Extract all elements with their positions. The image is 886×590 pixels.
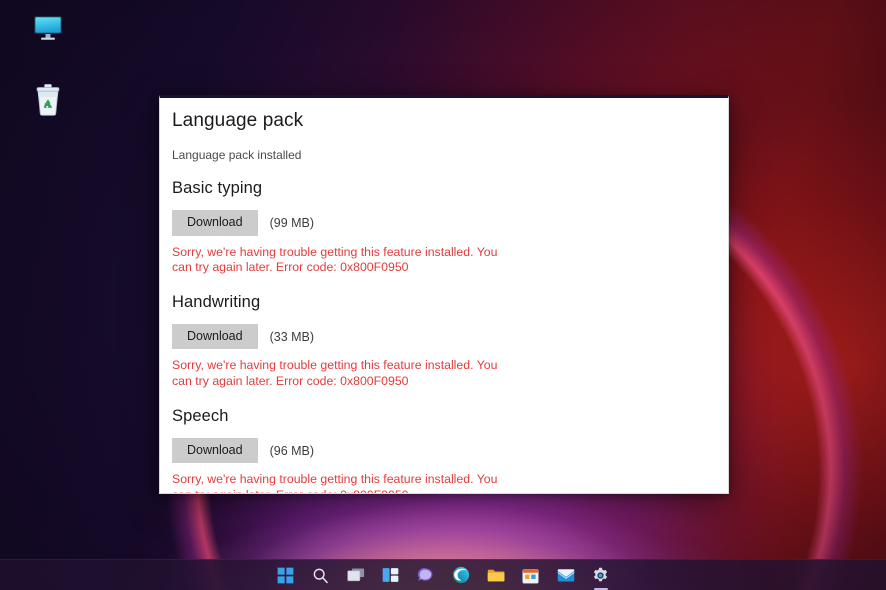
taskbar-edge-button[interactable]: [447, 562, 475, 588]
feature-section-speech: Speech Download (96 MB) Sorry, we're hav…: [172, 407, 704, 493]
desktop-icon-list: [10, 12, 86, 152]
desktop-icon-this-pc[interactable]: [10, 12, 86, 74]
feature-size-label: (96 MB): [270, 444, 314, 458]
taskbar-search-button[interactable]: [307, 562, 335, 588]
taskbar-microsoft-store-button[interactable]: [517, 562, 545, 588]
feature-action-row: Download (96 MB): [172, 438, 704, 464]
feature-size-label: (99 MB): [270, 216, 314, 230]
taskbar: [0, 559, 886, 590]
taskbar-task-view-button[interactable]: [342, 562, 370, 588]
feature-action-row: Download (99 MB): [172, 210, 704, 236]
page-title: Language pack: [172, 110, 704, 132]
windows-logo-icon: [277, 567, 294, 584]
taskbar-mail-button[interactable]: [552, 562, 580, 588]
feature-title: Handwriting: [172, 293, 704, 312]
search-icon: [312, 567, 329, 584]
settings-content: Language pack Language pack installed Ba…: [160, 98, 728, 493]
download-button-speech[interactable]: Download: [172, 438, 258, 464]
monitor-icon: [31, 12, 65, 44]
download-button-basic-typing[interactable]: Download: [172, 210, 258, 236]
recycle-bin-icon: [33, 82, 63, 116]
taskbar-widgets-button[interactable]: [377, 562, 405, 588]
feature-title: Basic typing: [172, 179, 704, 198]
taskbar-settings-button[interactable]: [587, 562, 615, 588]
mail-icon: [557, 568, 575, 583]
task-view-icon: [347, 567, 365, 583]
settings-window: Language pack Language pack installed Ba…: [159, 95, 729, 494]
feature-size-label: (33 MB): [270, 330, 314, 344]
store-icon: [522, 567, 539, 584]
feature-section-handwriting: Handwriting Download (33 MB) Sorry, we'r…: [172, 293, 704, 390]
taskbar-file-explorer-button[interactable]: [482, 562, 510, 588]
feature-error-message: Sorry, we're having trouble getting this…: [172, 358, 517, 389]
feature-error-message: Sorry, we're having trouble getting this…: [172, 472, 517, 493]
desktop-icon-recycle-bin[interactable]: [10, 82, 86, 144]
taskbar-chat-button[interactable]: [412, 562, 440, 588]
taskbar-items: [272, 562, 615, 588]
gear-icon: [592, 567, 609, 584]
widgets-icon: [382, 567, 399, 583]
feature-section-basic-typing: Basic typing Download (99 MB) Sorry, we'…: [172, 179, 704, 276]
taskbar-start-button[interactable]: [272, 562, 300, 588]
feature-title: Speech: [172, 407, 704, 426]
edge-browser-icon: [452, 566, 470, 584]
desktop: Language pack Language pack installed Ba…: [0, 0, 886, 590]
chat-icon: [417, 567, 434, 583]
feature-error-message: Sorry, we're having trouble getting this…: [172, 245, 517, 276]
download-button-handwriting[interactable]: Download: [172, 324, 258, 350]
language-pack-status: Language pack installed: [172, 148, 704, 162]
folder-icon: [487, 567, 505, 583]
feature-action-row: Download (33 MB): [172, 324, 704, 350]
